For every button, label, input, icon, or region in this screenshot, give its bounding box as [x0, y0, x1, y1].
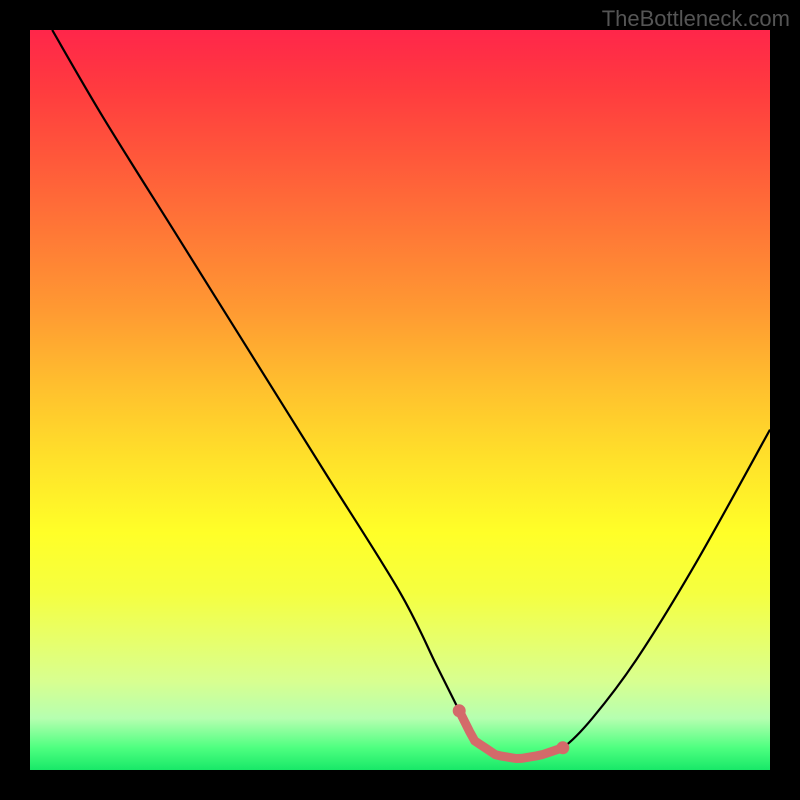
watermark-text: TheBottleneck.com	[602, 6, 790, 32]
chart-container: TheBottleneck.com	[0, 0, 800, 800]
minimum-region-marker	[30, 30, 770, 770]
